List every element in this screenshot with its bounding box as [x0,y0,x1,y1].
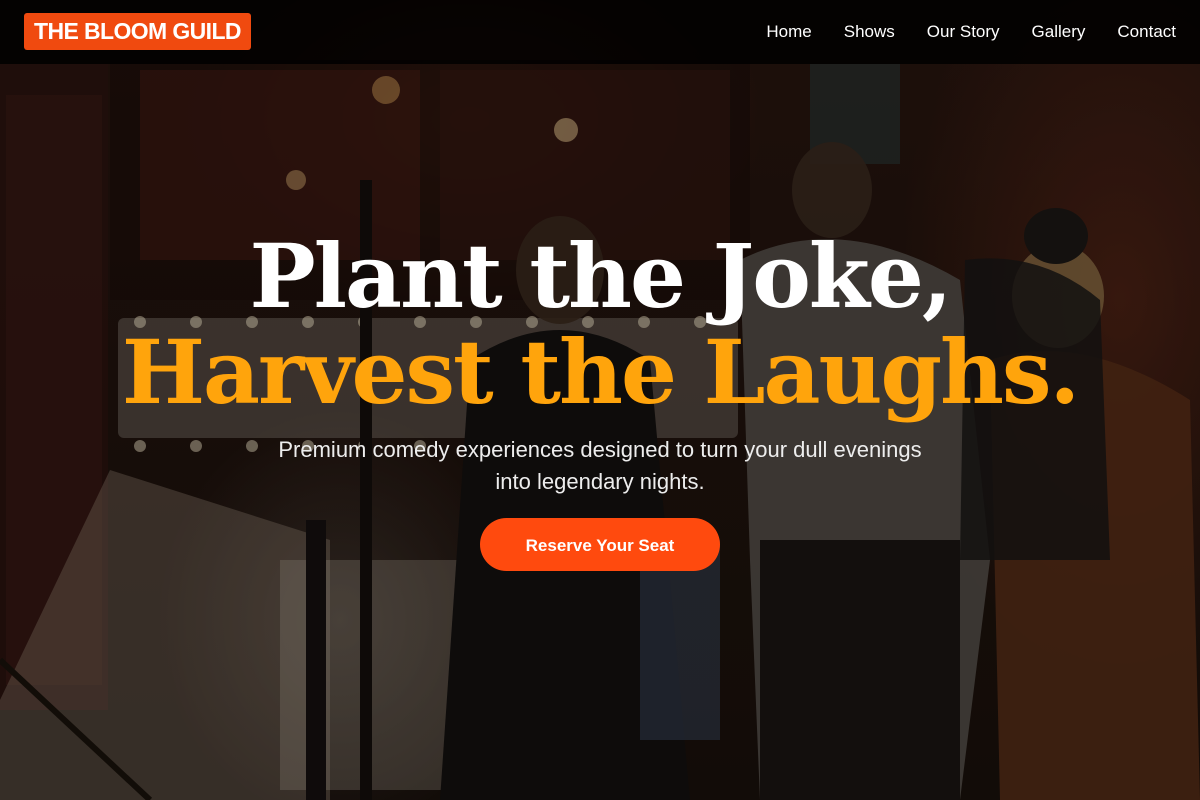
hero-headline-line-1: Plant the Joke, [249,224,952,328]
nav-link-contact[interactable]: Contact [1117,22,1176,42]
top-navbar: THE BLOOM GUILD Home Shows Our Story Gal… [0,0,1200,64]
reserve-seat-button[interactable]: Reserve Your Seat [480,518,720,571]
landing-page: THE BLOOM GUILD Home Shows Our Story Gal… [0,0,1200,800]
brand-logo[interactable]: THE BLOOM GUILD [24,13,251,50]
nav-link-home[interactable]: Home [766,22,811,42]
nav-link-gallery[interactable]: Gallery [1032,22,1086,42]
hero-subtitle: Premium comedy experiences designed to t… [278,437,922,494]
main-nav: Home Shows Our Story Gallery Contact [766,0,1176,64]
nav-link-shows[interactable]: Shows [844,22,895,42]
hero-section: Plant the Joke, Harvest the Laughs. Prem… [0,228,1200,571]
nav-link-our-story[interactable]: Our Story [927,22,1000,42]
hero-headline-line-2: Harvest the Laughs. [121,320,1080,424]
